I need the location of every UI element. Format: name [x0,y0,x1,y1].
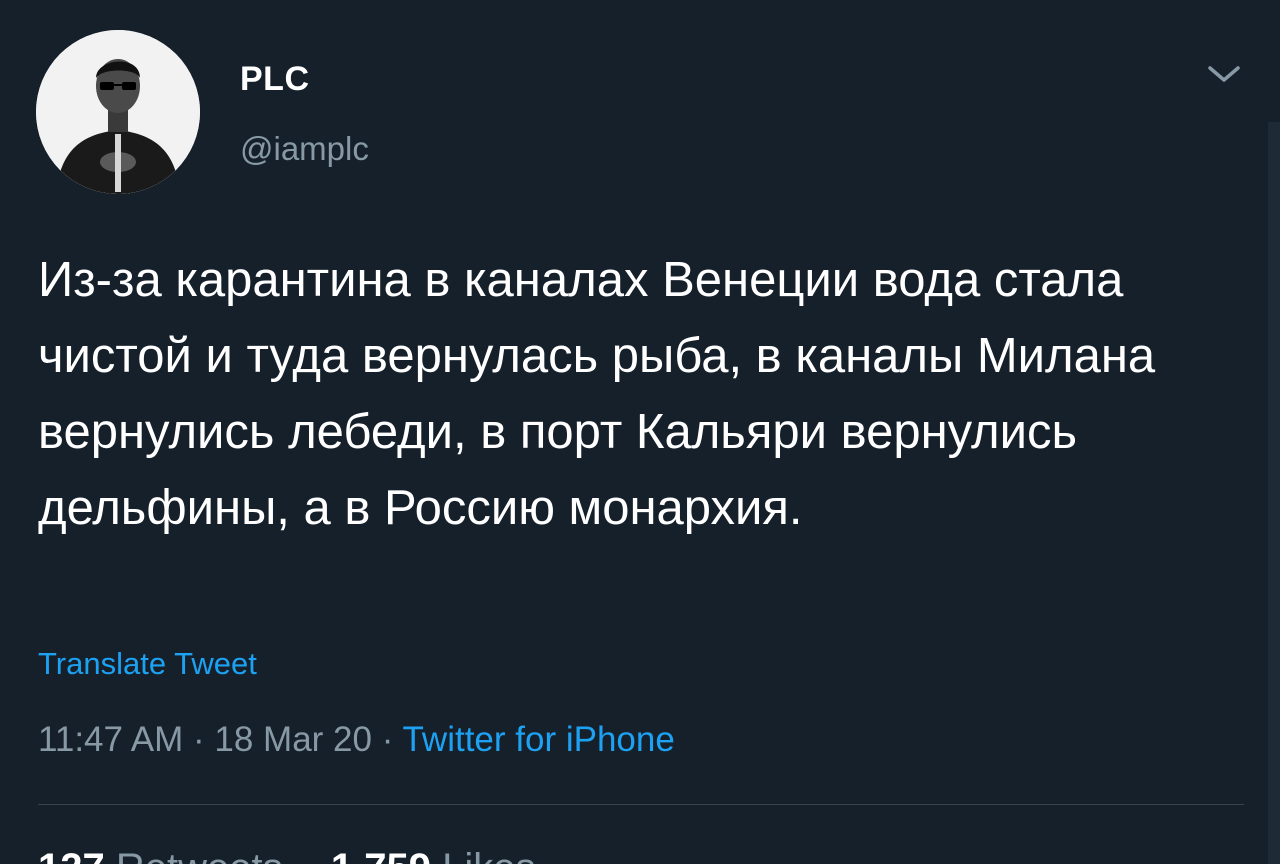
tweet-metadata: 11:47 AM · 18 Mar 20 · Twitter for iPhon… [38,720,675,760]
engagement-stats: 127 Retweets 1,759 Likes [38,846,536,864]
tweet-menu-button[interactable] [1200,54,1248,94]
separator: · [193,720,205,759]
tweet-text: Из-за карантина в каналах Венеции вода с… [38,253,1156,535]
separator: · [381,720,394,759]
likes-label: Likes [442,846,535,864]
likes-stat[interactable]: 1,759 Likes [331,846,536,864]
translate-tweet-link[interactable]: Translate Tweet [38,646,257,682]
tweet-date: 18 Mar 20 [214,720,372,759]
likes-count: 1,759 [331,846,431,864]
retweets-stat[interactable]: 127 Retweets [38,846,294,864]
avatar-image [36,30,200,194]
scrollbar[interactable] [1268,122,1280,864]
retweets-label: Retweets [116,846,283,864]
avatar[interactable] [36,30,200,194]
tweet-time: 11:47 AM [38,720,184,759]
tweet-detail-screen: PLC @iamplc Из-за карантина в каналах Ве… [0,0,1280,864]
retweets-count: 127 [38,846,105,864]
divider [38,804,1244,805]
author-handle[interactable]: @iamplc [240,130,369,168]
chevron-down-icon [1208,66,1240,82]
tweet-source-link[interactable]: Twitter for iPhone [402,720,674,759]
author-display-name[interactable]: PLC [240,60,310,99]
